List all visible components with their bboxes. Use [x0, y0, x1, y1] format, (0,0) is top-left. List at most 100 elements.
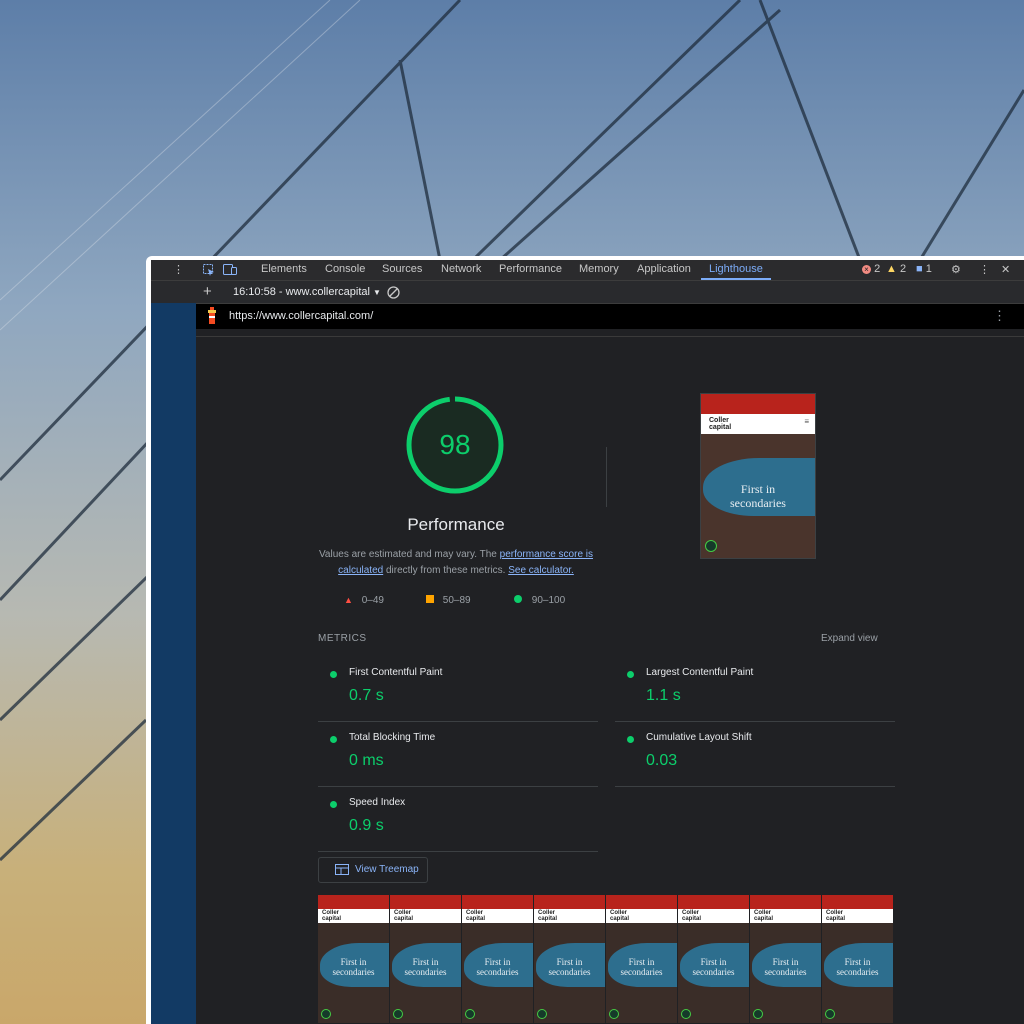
- settings-gear-icon[interactable]: ⚙: [951, 263, 961, 276]
- frame-hero-text: First in secondaries: [534, 957, 605, 977]
- frame-hero-line2: secondaries: [548, 967, 591, 977]
- hamburger-icon: ≡: [804, 417, 809, 426]
- pass-dot-icon: [627, 671, 634, 678]
- metric-title: Speed Index: [349, 797, 406, 808]
- frame-logo: Coller capital: [610, 910, 629, 922]
- view-treemap-label: View Treemap: [355, 864, 419, 875]
- message-count-value: 1: [925, 263, 932, 275]
- tab-console[interactable]: Console: [325, 263, 365, 275]
- error-icon: ×: [862, 265, 871, 274]
- message-count[interactable]: ■ 1: [916, 263, 932, 275]
- tab-performance[interactable]: Performance: [499, 263, 562, 275]
- frame-logo-line2: capital: [394, 916, 414, 922]
- devtools-panel: ⋮ Elements Console Sources Network Perfo…: [151, 260, 1024, 1024]
- frame-hero-text: First in secondaries: [318, 957, 389, 977]
- filmstrip: Coller capital First in secondaries Coller ca…: [318, 895, 896, 1023]
- frame-hero-line1: First in: [484, 957, 511, 967]
- filmstrip-frame: Coller capital First in secondaries: [822, 895, 893, 1023]
- kebab-menu-icon[interactable]: ⋮: [979, 263, 990, 276]
- lighthouse-report: 98 Performance Values are estimated and …: [196, 336, 1024, 1024]
- frame-logo-line2: capital: [826, 916, 846, 922]
- close-icon[interactable]: ✕: [1001, 263, 1010, 276]
- frame-logo: Coller capital: [466, 910, 485, 922]
- final-screenshot[interactable]: Coller capital ≡ First in secondaries: [700, 393, 816, 559]
- screenshot-header: Coller capital ≡: [701, 414, 815, 434]
- pass-dot-icon: [330, 671, 337, 678]
- report-selector[interactable]: 16:10:58 - www.collercapital ▼: [233, 286, 381, 298]
- left-sidebar-pane: [151, 303, 196, 1024]
- frame-hero-line2: secondaries: [404, 967, 447, 977]
- legend-fail-range: 0–49: [361, 595, 384, 606]
- performance-gauge[interactable]: 98: [403, 393, 507, 497]
- frame-hero-line2: secondaries: [476, 967, 519, 977]
- frame-hero-line1: First in: [772, 957, 799, 967]
- warning-count[interactable]: ▲ 2: [886, 263, 906, 275]
- see-calculator-link[interactable]: See calculator.: [508, 565, 574, 576]
- metric-title: First Contentful Paint: [349, 667, 443, 678]
- inspect-element-icon[interactable]: [203, 264, 215, 276]
- legend-average-range: 50–89: [442, 595, 471, 606]
- frame-logo: Coller capital: [394, 910, 413, 922]
- report-selector-label: 16:10:58 - www.collercapital: [233, 286, 370, 298]
- warning-icon: ▲: [886, 263, 897, 275]
- frame-hero-line1: First in: [340, 957, 367, 967]
- frame-hero-line2: secondaries: [692, 967, 735, 977]
- metric-value: 0 ms: [349, 752, 384, 769]
- metric-divider: [318, 851, 598, 852]
- logo-line1: Coller: [709, 417, 729, 424]
- frame-badge-icon: [609, 1009, 619, 1019]
- frame-badge-icon: [537, 1009, 547, 1019]
- frame-hero-text: First in secondaries: [750, 957, 821, 977]
- frame-banner: [318, 895, 389, 909]
- tab-sources[interactable]: Sources: [382, 263, 422, 275]
- frame-hero-line2: secondaries: [332, 967, 375, 977]
- frame-hero-line2: secondaries: [620, 967, 663, 977]
- metric-divider: [318, 721, 598, 722]
- screenshot-hero-text: First in secondaries: [701, 482, 815, 510]
- tab-network[interactable]: Network: [441, 263, 481, 275]
- clear-report-icon[interactable]: [387, 286, 400, 299]
- error-count[interactable]: × 2: [862, 263, 880, 275]
- coller-logo: Coller capital: [709, 417, 731, 431]
- frame-logo: Coller capital: [826, 910, 845, 922]
- tab-lighthouse[interactable]: Lighthouse: [709, 263, 763, 275]
- device-toolbar-icon[interactable]: [223, 264, 237, 276]
- metrics-header: METRICS: [318, 633, 367, 644]
- legend-pass-range: 90–100: [531, 595, 566, 606]
- filmstrip-frame: Coller capital First in secondaries: [534, 895, 605, 1023]
- filmstrip-frame: Coller capital First in secondaries: [750, 895, 821, 1023]
- frame-badge-icon: [321, 1009, 331, 1019]
- error-count-value: 2: [874, 263, 881, 275]
- frame-logo-line2: capital: [754, 916, 774, 922]
- frame-hero-line1: First in: [700, 957, 727, 967]
- tab-memory[interactable]: Memory: [579, 263, 619, 275]
- frame-hero-text: First in secondaries: [390, 957, 461, 977]
- metric-value: 0.7 s: [349, 687, 384, 704]
- view-treemap-button[interactable]: View Treemap: [318, 857, 428, 883]
- metric-value: 0.03: [646, 752, 678, 769]
- metric-value: 1.1 s: [646, 687, 681, 704]
- frame-logo-line2: capital: [682, 916, 702, 922]
- frame-logo: Coller capital: [322, 910, 341, 922]
- fail-triangle-icon: ▲: [344, 595, 353, 605]
- frame-hero-text: First in secondaries: [462, 957, 533, 977]
- frame-hero-line2: secondaries: [836, 967, 879, 977]
- pass-dot-icon: [627, 736, 634, 743]
- more-options-icon[interactable]: ⋮: [173, 263, 184, 276]
- warning-count-value: 2: [899, 263, 907, 275]
- filmstrip-frame: Coller capital First in secondaries: [462, 895, 533, 1023]
- expand-view-button[interactable]: Expand view: [821, 633, 878, 644]
- tab-elements[interactable]: Elements: [261, 263, 307, 275]
- new-report-plus-icon[interactable]: +: [203, 283, 212, 300]
- url-menu-icon[interactable]: ⋮: [993, 308, 1006, 324]
- frame-hero-text: First in secondaries: [678, 957, 749, 977]
- metric-title: Cumulative Layout Shift: [646, 732, 752, 743]
- frame-badge-icon: [681, 1009, 691, 1019]
- report-url[interactable]: https://www.collercapital.com/: [229, 310, 373, 322]
- frame-hero-line2: secondaries: [764, 967, 807, 977]
- score-description: Values are estimated and may vary. The p…: [306, 547, 606, 579]
- frame-badge-icon: [753, 1009, 763, 1019]
- frame-banner: [462, 895, 533, 909]
- pass-circle-icon: [514, 595, 522, 603]
- tab-application[interactable]: Application: [637, 263, 691, 275]
